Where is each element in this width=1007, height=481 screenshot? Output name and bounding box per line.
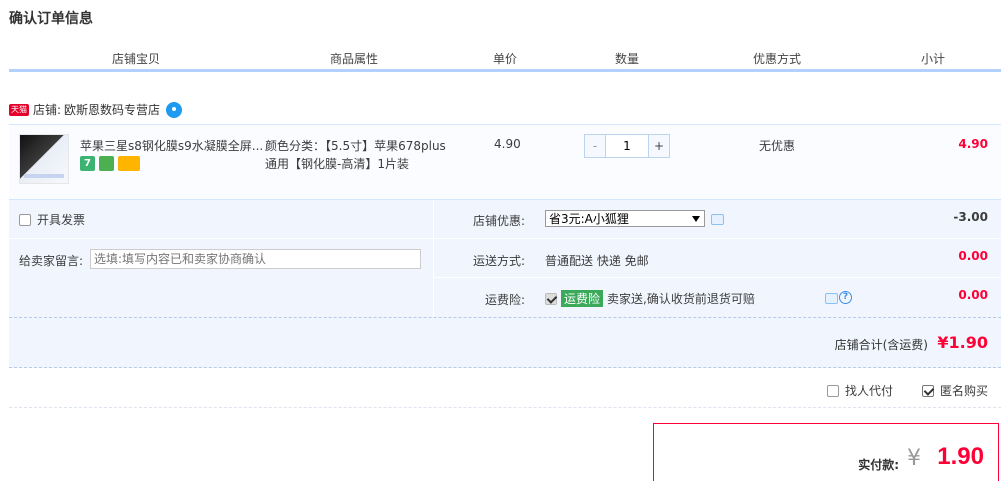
quantity-input[interactable] <box>605 135 649 157</box>
service-icons: 7 <box>80 156 140 171</box>
divider <box>434 238 1001 239</box>
tmall-badge-icon: 天猫 <box>9 103 29 116</box>
header-divider <box>868 62 869 68</box>
store-total-value: ¥1.90 <box>937 333 988 352</box>
comment-icon[interactable] <box>825 293 838 304</box>
col-discount: 优惠方式 <box>753 52 802 66</box>
extra-options: 找人代付 匿名购买 <box>9 368 1001 408</box>
shipping-method: 普通配送 快递 免邮 <box>545 254 649 268</box>
product-attributes: 颜色分类：【5.5寸】苹果678plus 通用【钢化膜-高清】1片装 <box>265 137 446 173</box>
col-subtotal: 小计 <box>921 52 946 66</box>
coupon-selected-value: 省3元:A小狐狸 <box>549 212 629 226</box>
guarantee-icon[interactable] <box>99 156 114 171</box>
payment-summary: 实付款: ¥ 1.90 <box>653 423 999 481</box>
product-title-link[interactable]: 苹果三星s8钢化膜s9水凝膜全屏... <box>80 137 265 154</box>
col-item: 店铺宝贝 <box>112 52 161 66</box>
header-divider <box>446 62 447 68</box>
insurance-text: 卖家送,确认收货前退货可赔 <box>607 292 755 306</box>
seller-message-input[interactable] <box>90 249 421 269</box>
message-label: 给卖家留言: <box>19 254 84 268</box>
anonymous-checkbox[interactable] <box>922 384 934 397</box>
proxy-pay-option[interactable]: 找人代付 <box>827 382 893 399</box>
anonymous-option[interactable]: 匿名购买 <box>922 382 988 399</box>
comment-icon[interactable] <box>711 214 724 225</box>
item-subtotal: 4.90 <box>958 137 988 151</box>
insurance-checkbox <box>545 292 557 305</box>
coupon-label: 店铺优惠: <box>472 214 525 228</box>
col-price: 单价 <box>493 52 518 66</box>
invoice-option[interactable]: 开具发票 <box>19 211 85 228</box>
insurance-label: 运费险: <box>484 293 525 307</box>
store-total-row: 店铺合计(含运费) ¥1.90 <box>9 317 1001 368</box>
proxy-pay-label: 找人代付 <box>845 384 894 398</box>
dropdown-arrow-icon <box>692 216 700 222</box>
divider <box>433 200 434 317</box>
shipping-amount: 0.00 <box>958 249 988 263</box>
shop-info: 天猫 店铺: 欧斯恩数码专营店 <box>9 101 183 118</box>
anonymous-label: 匿名购买 <box>940 384 989 398</box>
shop-label: 店铺: <box>33 103 62 117</box>
column-header: 店铺宝贝 商品属性 单价 数量 优惠方式 小计 <box>9 46 1001 72</box>
attr-line: 颜色分类：【5.5寸】苹果678plus <box>265 139 446 153</box>
coupon-amount: -3.00 <box>953 210 988 224</box>
invoice-checkbox[interactable] <box>19 213 31 226</box>
attr-line: 通用【钢化膜-高清】1片装 <box>265 157 409 171</box>
help-icon[interactable]: ? <box>839 291 852 304</box>
decrease-button[interactable]: - <box>585 135 605 157</box>
order-options-panel: 开具发票 给卖家留言: 店铺优惠: 省3元:A小狐狸 -3.00 运送方式: 普… <box>9 200 1001 317</box>
header-divider <box>264 62 265 68</box>
insurance-option: 运费险 卖家送,确认收货前退货可赔 <box>545 290 755 307</box>
wangwang-chat-icon[interactable] <box>166 101 183 118</box>
col-attributes: 商品属性 <box>330 52 379 66</box>
unit-price: 4.90 <box>494 137 521 151</box>
header-divider <box>687 62 688 68</box>
increase-button[interactable]: + <box>649 135 669 157</box>
credit-card-icon[interactable] <box>118 156 140 171</box>
insurance-amount: 0.00 <box>958 288 988 302</box>
col-quantity: 数量 <box>615 52 640 66</box>
currency-symbol: ¥ <box>907 446 921 471</box>
page-title: 确认订单信息 <box>9 11 93 27</box>
payment-amount: 1.90 <box>937 443 984 470</box>
insurance-tag: 运费险 <box>561 290 604 307</box>
store-total-label: 店铺合计(含运费) <box>834 338 928 352</box>
order-item-row: 苹果三星s8钢化膜s9水凝膜全屏... 7 颜色分类：【5.5寸】苹果678pl… <box>9 124 1001 200</box>
invoice-label: 开具发票 <box>37 213 86 227</box>
product-thumbnail[interactable] <box>19 134 69 184</box>
header-divider <box>566 62 567 68</box>
shipping-label: 运送方式: <box>472 254 525 268</box>
shop-name-link[interactable]: 欧斯恩数码专营店 <box>64 101 160 118</box>
divider <box>434 277 1001 278</box>
coupon-select[interactable]: 省3元:A小狐狸 <box>545 210 705 227</box>
proxy-pay-checkbox[interactable] <box>827 384 839 397</box>
discount-method: 无优惠 <box>759 139 796 153</box>
quantity-stepper[interactable]: - + <box>584 134 670 158</box>
payment-label: 实付款: <box>858 458 899 472</box>
divider <box>9 238 433 239</box>
seven-day-return-icon[interactable]: 7 <box>80 156 95 171</box>
